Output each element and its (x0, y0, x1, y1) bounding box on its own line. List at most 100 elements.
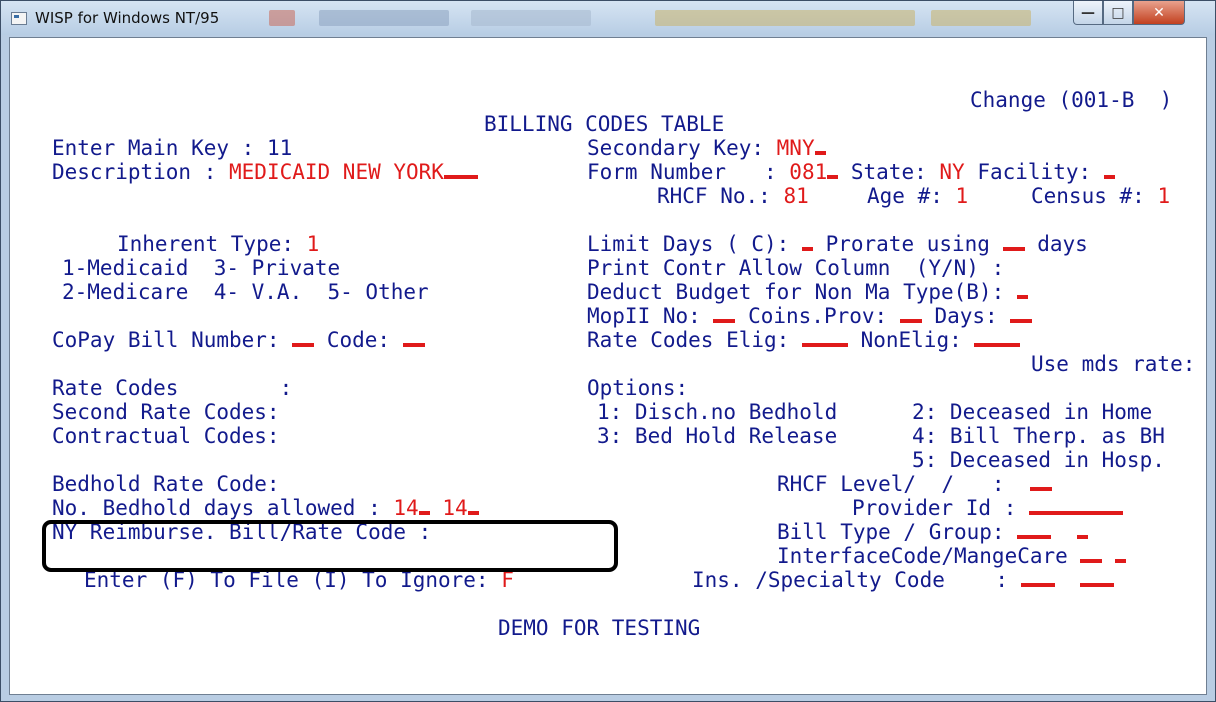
provider-id-line: Provider Id : (852, 496, 1124, 520)
bedhold-days-field-2[interactable]: 14 (442, 496, 467, 520)
description-blank[interactable] (443, 175, 478, 179)
secondary-key-label: Secondary Key: (587, 136, 777, 160)
print-contr-label: Print Contr Allow Column (Y/N) : (587, 256, 1005, 280)
minimize-icon[interactable]: — (1073, 1, 1103, 25)
mangecare-field[interactable] (1115, 559, 1127, 563)
contractual-codes-label: Contractual Codes: (52, 424, 280, 448)
prorate-label: Prorate using (812, 232, 1003, 256)
mopii-line: MopII No: Coins.Prov: Days: (587, 304, 1033, 328)
inherent-options-2: 2-Medicare 4- V.A. 5- Other (62, 280, 429, 304)
options-label: Options: (587, 376, 689, 400)
option-5: 5: Deceased in Hosp. (912, 448, 1165, 472)
state-field[interactable]: NY (939, 160, 964, 184)
state-label: State: (838, 160, 940, 184)
bedhold-days-field-1[interactable]: 14 (393, 496, 418, 520)
copay-label: CoPay Bill Number: (52, 328, 293, 352)
prorate-field[interactable] (1002, 247, 1025, 251)
nonelig-field[interactable] (974, 343, 1021, 347)
bedhold-rate-code-label: Bedhold Rate Code: (52, 472, 280, 496)
age-label: Age #: (867, 184, 956, 208)
census-field[interactable]: 1 (1157, 184, 1170, 208)
option-4: 4: Bill Therp. as BH (912, 424, 1165, 448)
toolbar-icon (471, 10, 591, 26)
form-number-line: Form Number : 081 State: NY Facility: (587, 160, 1115, 184)
mode-indicator: Change (001-B ) (970, 88, 1173, 112)
bedhold-days-line: No. Bedhold days allowed : 14 14 (52, 496, 479, 520)
rhcf-level-line: RHCF Level/ / : (777, 472, 1052, 496)
specialty-code-field[interactable] (1080, 583, 1115, 587)
rhcf-no-field[interactable]: 81 (783, 184, 808, 208)
bedhold-days-blank-2[interactable] (467, 511, 479, 515)
interface-code-line: InterfaceCode/MangeCare (777, 544, 1127, 568)
rate-codes-label: Rate Codes : (52, 376, 293, 400)
copay-code-field[interactable] (402, 343, 425, 347)
limit-days-field[interactable] (801, 247, 813, 251)
census-line: Census #: 1 (1031, 184, 1170, 208)
screen-heading: BILLING CODES TABLE (484, 112, 725, 136)
rhcf-level-field[interactable] (1029, 487, 1052, 491)
ins-specialty-line: Ins. /Specialty Code : (692, 568, 1115, 592)
main-key-field[interactable]: 11 (267, 136, 292, 160)
description-label: Description : (52, 160, 230, 184)
close-icon[interactable]: ✕ (1133, 1, 1185, 25)
coins-prov-field[interactable] (899, 319, 922, 323)
app-icon[interactable] (11, 12, 27, 25)
option-1: 1: Disch.no Bedhold (597, 400, 838, 424)
window-title: WISP for Windows NT/95 (35, 9, 220, 27)
form-number-blank[interactable] (827, 175, 839, 179)
interface-code-field[interactable] (1080, 559, 1103, 563)
description-line: Description : MEDICAID NEW YORK (52, 160, 478, 184)
rhcf-line: RHCF No.: 81 (657, 184, 809, 208)
mopii-label: MopII No: (587, 304, 714, 328)
app-window: WISP for Windows NT/95 — □ ✕ Change (001… (0, 0, 1216, 702)
copay-bill-field[interactable] (292, 343, 315, 347)
form-number-field[interactable]: 081 (789, 160, 827, 184)
mop-days-field[interactable] (1010, 319, 1033, 323)
ins-code-field[interactable] (1020, 583, 1055, 587)
nonelig-label: NonElig: (847, 328, 975, 352)
form-number-label: Form Number : (587, 160, 790, 184)
rate-elig-field[interactable] (801, 343, 848, 347)
deduct-budget-label: Deduct Budget for Non Ma Type(B): (587, 280, 1017, 304)
terminal-screen: Change (001-B ) BILLING CODES TABLE Ente… (9, 37, 1207, 695)
coins-prov-label: Coins.Prov: (735, 304, 900, 328)
title-bar[interactable]: WISP for Windows NT/95 — □ ✕ (1, 1, 1215, 35)
rate-elig-label: Rate Codes Elig: (587, 328, 802, 352)
maximize-icon[interactable]: □ (1103, 1, 1133, 25)
age-line: Age #: 1 (867, 184, 968, 208)
toolbar-icon (319, 10, 449, 26)
bill-group-field[interactable] (1076, 535, 1088, 539)
provider-id-label: Provider Id : (852, 496, 1030, 520)
bill-type-line: Bill Type / Group: (777, 520, 1088, 544)
annotation-highlight-box (42, 520, 618, 572)
interface-code-label: InterfaceCode/MangeCare (777, 544, 1081, 568)
facility-label: Facility: (964, 160, 1104, 184)
mopii-field[interactable] (713, 319, 736, 323)
mop-days-label: Days: (921, 304, 1011, 328)
toolbar-icon (269, 10, 295, 26)
rhcf-level-label: RHCF Level/ / : (777, 472, 1030, 496)
bedhold-days-label: No. Bedhold days allowed : (52, 496, 394, 520)
use-mds-line: Use mds rate: (1031, 352, 1207, 376)
limit-days-label: Limit Days ( C): (587, 232, 802, 256)
secondary-key-line: Secondary Key: MNY (587, 136, 826, 160)
age-field[interactable]: 1 (956, 184, 969, 208)
copay-code-label: Code: (314, 328, 403, 352)
inherent-type-line: Inherent Type: 1 (117, 232, 319, 256)
secondary-key-field[interactable]: MNY (777, 136, 815, 160)
provider-id-field[interactable] (1029, 511, 1124, 515)
secondary-key-blank[interactable] (814, 151, 826, 155)
bill-type-field[interactable] (1017, 535, 1052, 539)
facility-field[interactable] (1103, 175, 1115, 179)
use-mds-label: Use mds rate: (1031, 352, 1207, 376)
rate-elig-line: Rate Codes Elig: NonElig: (587, 328, 1021, 352)
deduct-budget-line: Deduct Budget for Non Ma Type(B): (587, 280, 1028, 304)
bedhold-days-blank-1[interactable] (418, 511, 430, 515)
main-key-label: Enter Main Key : (52, 136, 267, 160)
description-field[interactable]: MEDICAID NEW YORK (229, 160, 444, 184)
bill-type-label: Bill Type / Group: (777, 520, 1018, 544)
deduct-budget-field[interactable] (1016, 295, 1028, 299)
inherent-type-field[interactable]: 1 (307, 232, 320, 256)
second-rate-codes-label: Second Rate Codes: (52, 400, 280, 424)
toolbar-icon (655, 10, 915, 26)
